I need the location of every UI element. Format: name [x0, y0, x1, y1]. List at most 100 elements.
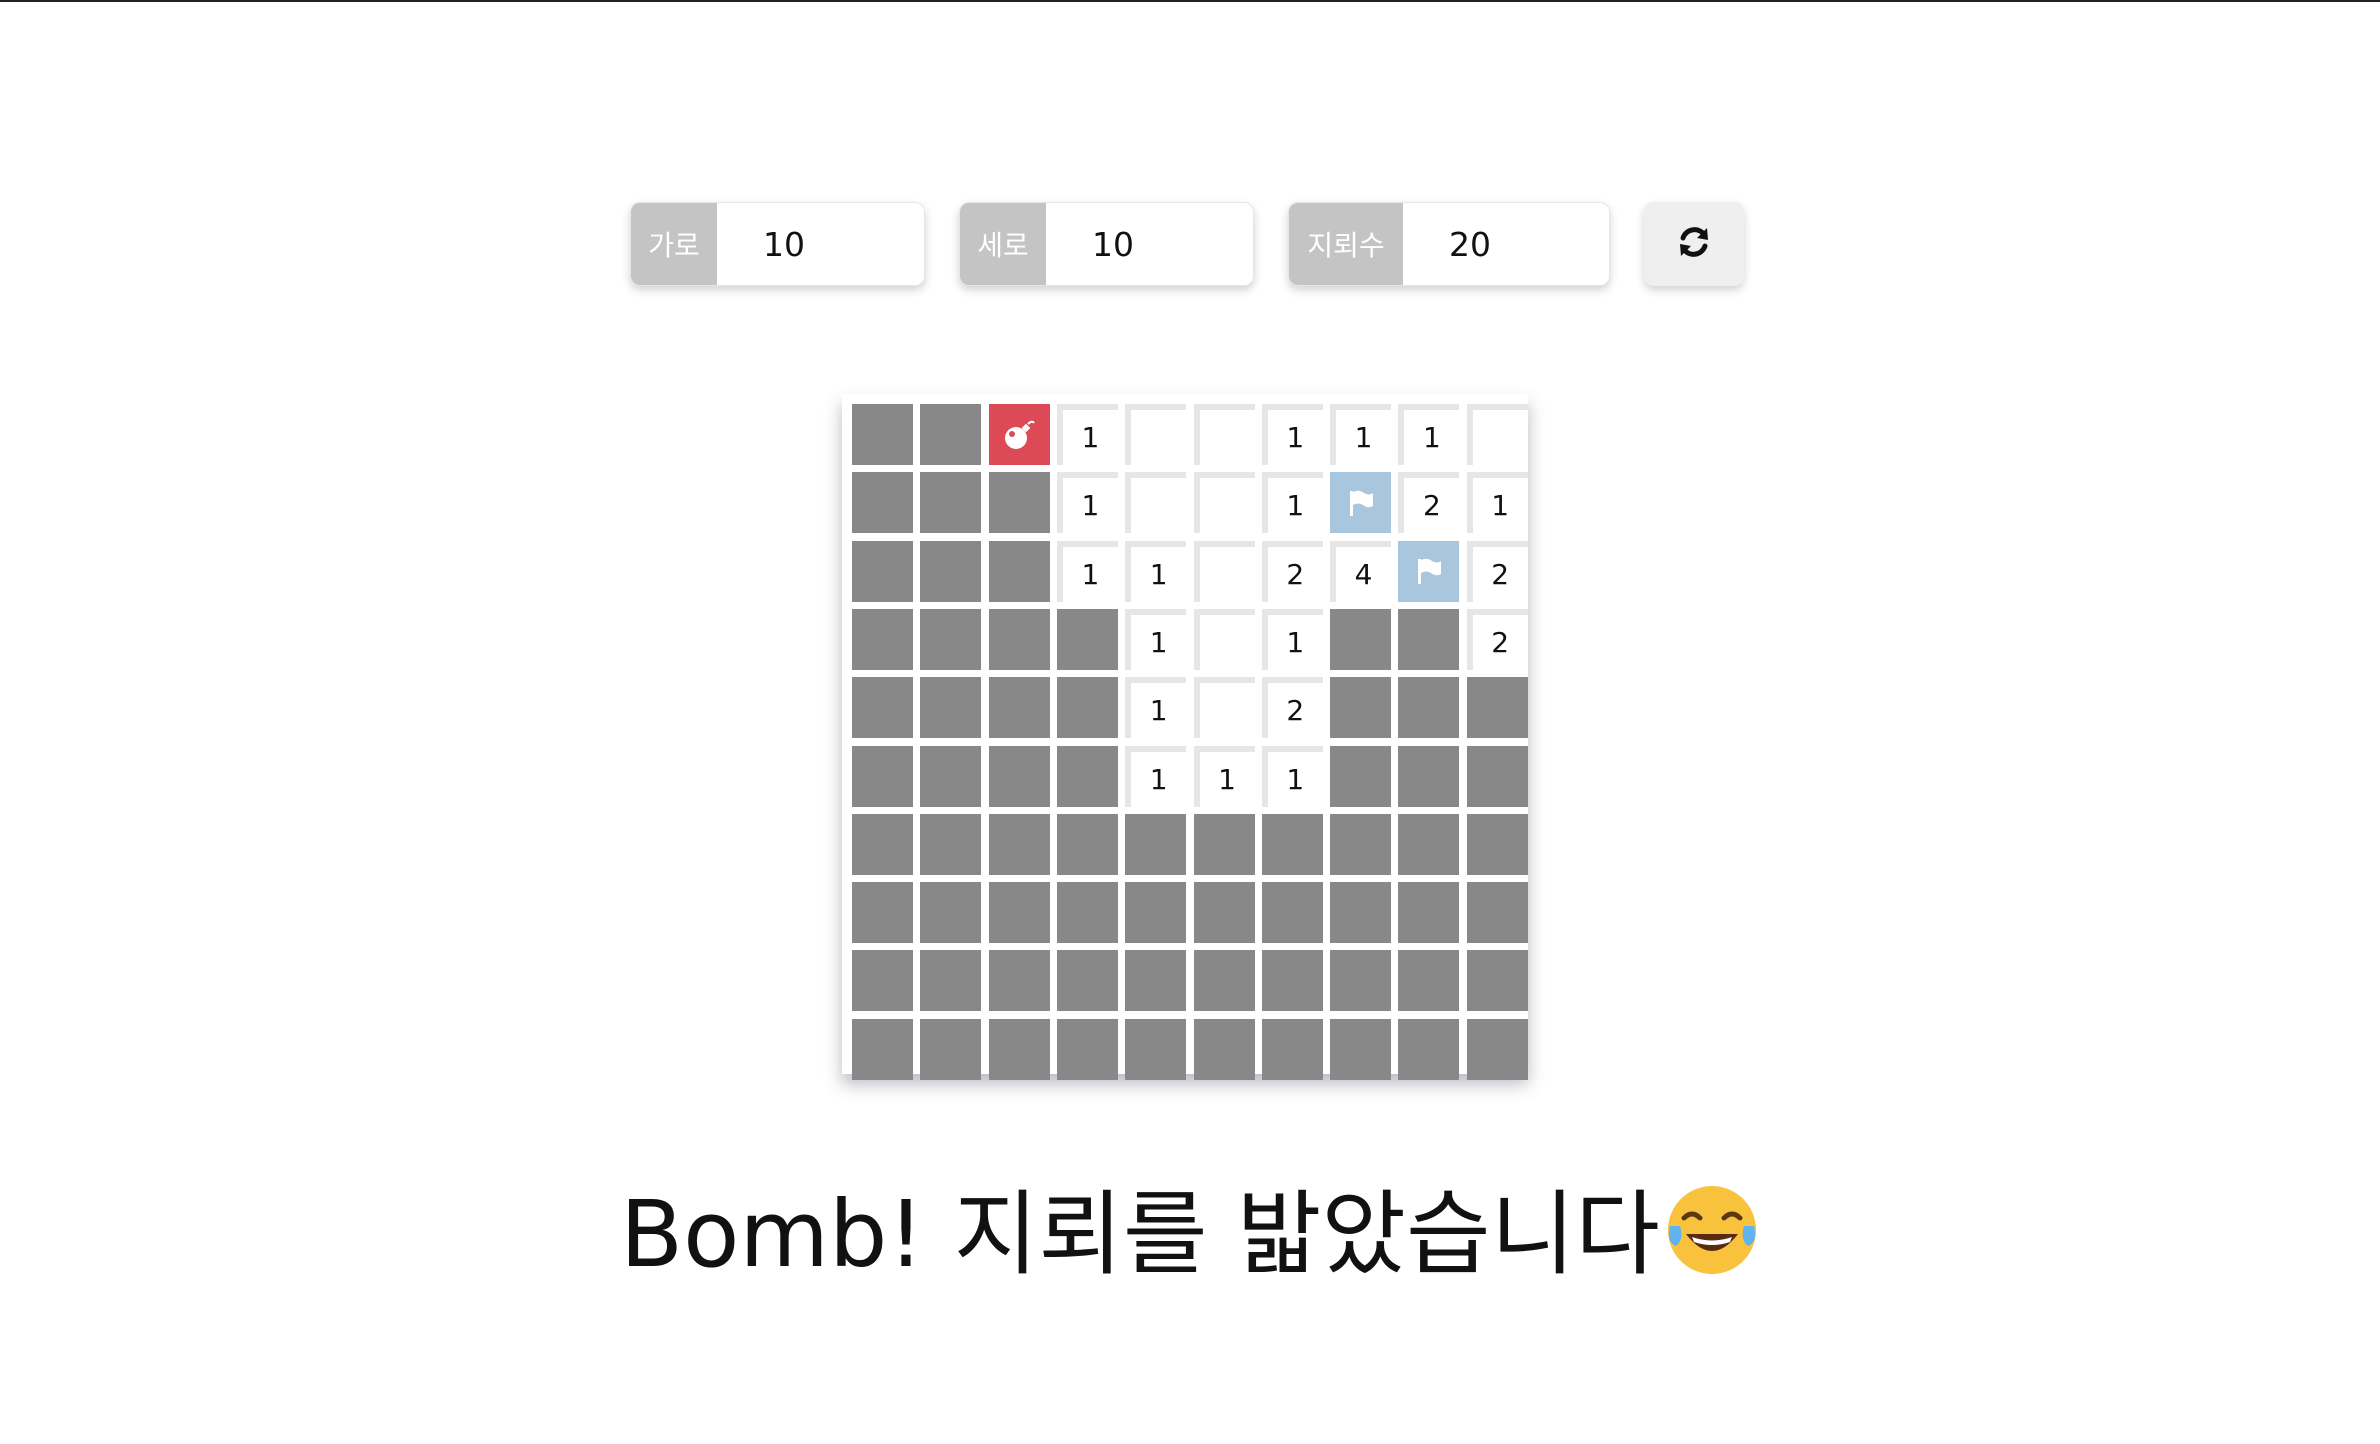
open-cell[interactable]: 2	[1466, 608, 1528, 670]
hidden-cell[interactable]	[920, 404, 982, 465]
open-cell[interactable]: 1	[1261, 404, 1323, 465]
hidden-cell[interactable]	[1330, 813, 1392, 875]
hidden-cell[interactable]	[920, 882, 982, 944]
open-cell[interactable]	[1193, 472, 1255, 534]
hidden-cell[interactable]	[1398, 745, 1460, 807]
hidden-cell[interactable]	[852, 813, 913, 875]
hidden-cell[interactable]	[852, 745, 913, 807]
hidden-cell[interactable]	[920, 472, 982, 534]
hidden-cell[interactable]	[988, 608, 1050, 670]
open-cell[interactable]: 1	[1261, 745, 1323, 807]
hidden-cell[interactable]	[1330, 1018, 1392, 1080]
refresh-button[interactable]	[1644, 202, 1744, 286]
open-cell[interactable]: 1	[1056, 540, 1118, 602]
hidden-cell[interactable]	[988, 745, 1050, 807]
hidden-cell[interactable]	[1193, 950, 1255, 1012]
hidden-cell[interactable]	[1398, 677, 1460, 739]
hidden-cell[interactable]	[1398, 950, 1460, 1012]
open-cell[interactable]: 1	[1330, 404, 1392, 465]
hidden-cell[interactable]	[920, 540, 982, 602]
hidden-cell[interactable]	[1330, 950, 1392, 1012]
mines-input[interactable]	[1403, 203, 1609, 285]
hidden-cell[interactable]	[852, 608, 913, 670]
hidden-cell[interactable]	[1056, 677, 1118, 739]
hidden-cell[interactable]	[988, 882, 1050, 944]
hidden-cell[interactable]	[1193, 882, 1255, 944]
hidden-cell[interactable]	[1125, 950, 1187, 1012]
hidden-cell[interactable]	[852, 1018, 913, 1080]
flagged-cell[interactable]	[1330, 472, 1392, 534]
open-cell[interactable]	[1193, 404, 1255, 465]
hidden-cell[interactable]	[920, 813, 982, 875]
hidden-cell[interactable]	[852, 677, 913, 739]
open-cell[interactable]: 2	[1261, 677, 1323, 739]
hidden-cell[interactable]	[1466, 745, 1528, 807]
open-cell[interactable]: 4	[1330, 540, 1392, 602]
hidden-cell[interactable]	[920, 950, 982, 1012]
open-cell[interactable]	[1193, 540, 1255, 602]
hidden-cell[interactable]	[988, 813, 1050, 875]
hidden-cell[interactable]	[852, 472, 913, 534]
hidden-cell[interactable]	[1193, 813, 1255, 875]
hidden-cell[interactable]	[1330, 882, 1392, 944]
open-cell[interactable]: 1	[1398, 404, 1460, 465]
hidden-cell[interactable]	[988, 1018, 1050, 1080]
hidden-cell[interactable]	[852, 540, 913, 602]
hidden-cell[interactable]	[1398, 882, 1460, 944]
hidden-cell[interactable]	[920, 677, 982, 739]
hidden-cell[interactable]	[1261, 950, 1323, 1012]
hidden-cell[interactable]	[920, 1018, 982, 1080]
open-cell[interactable]: 2	[1261, 540, 1323, 602]
hidden-cell[interactable]	[920, 745, 982, 807]
height-input[interactable]	[1046, 203, 1253, 285]
open-cell[interactable]: 1	[1056, 404, 1118, 465]
hidden-cell[interactable]	[920, 608, 982, 670]
hidden-cell[interactable]	[988, 950, 1050, 1012]
hidden-cell[interactable]	[1125, 882, 1187, 944]
open-cell[interactable]: 1	[1466, 472, 1528, 534]
hidden-cell[interactable]	[988, 540, 1050, 602]
open-cell[interactable]: 1	[1125, 540, 1187, 602]
hidden-cell[interactable]	[1466, 950, 1528, 1012]
hidden-cell[interactable]	[1466, 882, 1528, 944]
open-cell[interactable]	[1193, 677, 1255, 739]
hidden-cell[interactable]	[1125, 1018, 1187, 1080]
hidden-cell[interactable]	[988, 677, 1050, 739]
hidden-cell[interactable]	[1056, 1018, 1118, 1080]
hidden-cell[interactable]	[852, 950, 913, 1012]
hidden-cell[interactable]	[1330, 608, 1392, 670]
open-cell[interactable]: 2	[1398, 472, 1460, 534]
hidden-cell[interactable]	[1398, 1018, 1460, 1080]
hidden-cell[interactable]	[1330, 677, 1392, 739]
open-cell[interactable]: 1	[1056, 472, 1118, 534]
open-cell[interactable]: 1	[1125, 745, 1187, 807]
hidden-cell[interactable]	[852, 404, 913, 465]
hidden-cell[interactable]	[1466, 677, 1528, 739]
open-cell[interactable]	[1125, 472, 1187, 534]
hidden-cell[interactable]	[1261, 1018, 1323, 1080]
width-input[interactable]	[717, 203, 924, 285]
flagged-cell[interactable]	[1398, 540, 1460, 602]
open-cell[interactable]	[1193, 608, 1255, 670]
hidden-cell[interactable]	[1466, 1018, 1528, 1080]
hidden-cell[interactable]	[1056, 745, 1118, 807]
open-cell[interactable]: 2	[1466, 540, 1528, 602]
open-cell[interactable]: 1	[1261, 472, 1323, 534]
hidden-cell[interactable]	[988, 472, 1050, 534]
open-cell[interactable]: 1	[1125, 677, 1187, 739]
hidden-cell[interactable]	[1330, 745, 1392, 807]
hidden-cell[interactable]	[1125, 813, 1187, 875]
hidden-cell[interactable]	[1056, 950, 1118, 1012]
hidden-cell[interactable]	[1261, 882, 1323, 944]
hidden-cell[interactable]	[1056, 882, 1118, 944]
hidden-cell[interactable]	[1261, 813, 1323, 875]
hidden-cell[interactable]	[1056, 608, 1118, 670]
open-cell[interactable]	[1125, 404, 1187, 465]
hidden-cell[interactable]	[1398, 813, 1460, 875]
open-cell[interactable]	[1466, 404, 1528, 465]
open-cell[interactable]: 1	[1193, 745, 1255, 807]
bomb-cell[interactable]	[988, 404, 1050, 465]
hidden-cell[interactable]	[1466, 813, 1528, 875]
hidden-cell[interactable]	[1056, 813, 1118, 875]
hidden-cell[interactable]	[1193, 1018, 1255, 1080]
